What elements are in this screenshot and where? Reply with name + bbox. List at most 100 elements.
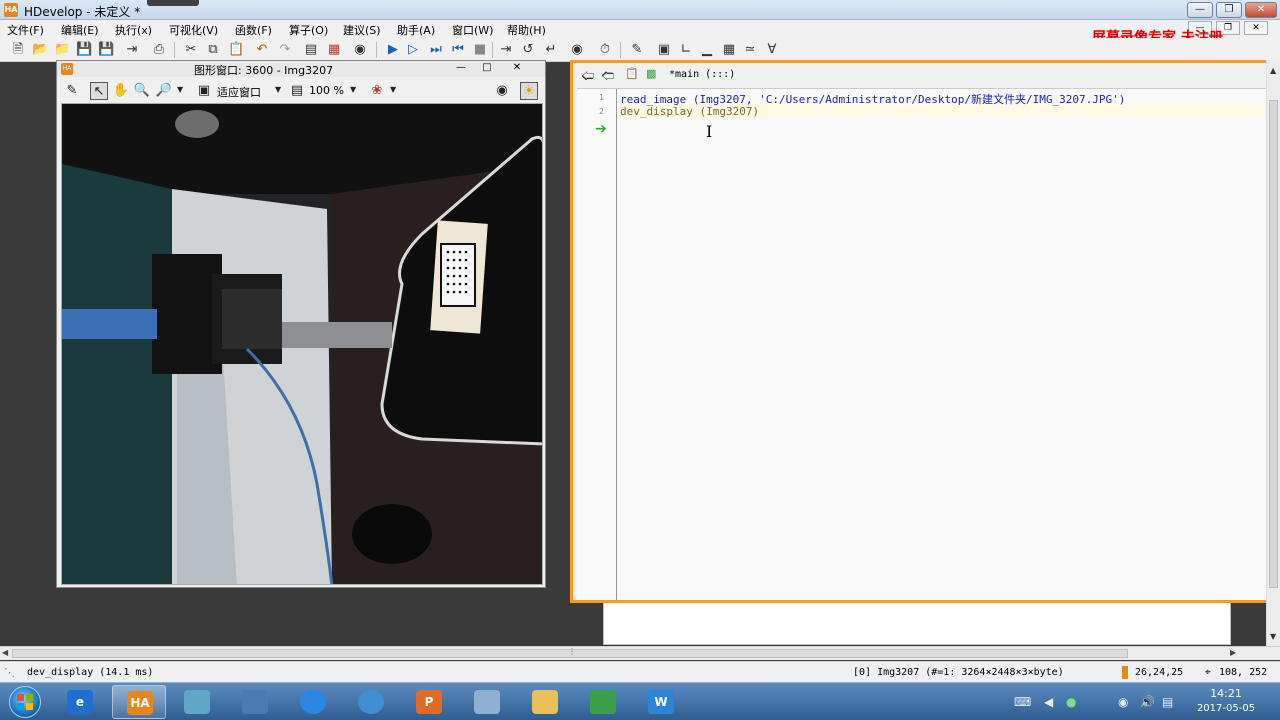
- zoom-level-icon[interactable]: ▤: [288, 82, 306, 100]
- line-gutter[interactable]: 1 2 ➔: [577, 89, 617, 600]
- taskbar-app5[interactable]: [286, 685, 340, 719]
- menu-assistants[interactable]: 助手(A): [397, 22, 435, 38]
- histogram-icon[interactable]: ▁: [699, 42, 715, 58]
- volume-icon[interactable]: 🔊: [1140, 695, 1155, 709]
- open-file-icon[interactable]: 📂: [32, 42, 48, 58]
- zoom-options-icon[interactable]: 🔎: [155, 82, 173, 100]
- procedure-selector[interactable]: *main (:::): [669, 69, 735, 80]
- fit-window-icon[interactable]: ▣: [195, 82, 213, 100]
- new-file-icon[interactable]: 🗎: [10, 42, 26, 58]
- menu-suggestions[interactable]: 建议(S): [343, 22, 381, 38]
- lightbulb-icon[interactable]: ☀: [520, 82, 538, 100]
- taskbar-app3[interactable]: [170, 685, 224, 719]
- taskbar-word[interactable]: W: [634, 685, 688, 719]
- menu-help[interactable]: 帮助(H): [507, 22, 546, 38]
- step-into-icon[interactable]: ⏭: [428, 42, 444, 58]
- back-arrow-icon[interactable]: 🢠: [581, 67, 594, 89]
- scroll-thumb[interactable]: [1269, 100, 1278, 588]
- print-icon[interactable]: ⎙: [151, 42, 167, 58]
- taskbar-paint[interactable]: [460, 685, 514, 719]
- scroll-down-icon[interactable]: ▼: [1270, 632, 1276, 641]
- tray-app2-icon[interactable]: ◉: [1118, 695, 1128, 709]
- menu-functions[interactable]: 函数(F): [235, 22, 272, 38]
- scroll-up-icon[interactable]: ▲: [1270, 66, 1276, 75]
- image-canvas[interactable]: [61, 103, 543, 585]
- menu-operators[interactable]: 算子(O): [289, 22, 328, 38]
- top-drop-tab[interactable]: [147, 0, 199, 6]
- color-tool-icon[interactable]: ❀: [368, 82, 386, 100]
- zoom-icon[interactable]: 🔍: [133, 82, 151, 100]
- start-button[interactable]: [4, 684, 44, 720]
- reset-icon[interactable]: ↺: [520, 42, 536, 58]
- profiler-icon[interactable]: ⏱: [597, 42, 613, 58]
- insert-icon[interactable]: ▤: [303, 42, 319, 58]
- taskbar-halcon[interactable]: HA: [112, 685, 166, 719]
- fit-window-select[interactable]: 适应窗口: [217, 84, 261, 100]
- line-profile-icon[interactable]: ≃: [742, 42, 758, 58]
- feature-icon[interactable]: ∀: [764, 42, 780, 58]
- taskbar-powerpoint[interactable]: P: [402, 685, 456, 719]
- menu-execute[interactable]: 执行(x): [115, 22, 152, 38]
- horizontal-scrollbar[interactable]: ◀ ⋮ ▶: [0, 646, 1280, 660]
- edit-icon[interactable]: ✎: [63, 82, 81, 100]
- open-folder-icon[interactable]: 📁: [54, 42, 70, 58]
- code-line[interactable]: dev_display (Img3207): [620, 105, 759, 118]
- vertical-scrollbar[interactable]: ▲ ▼: [1266, 60, 1280, 648]
- mdi-close-button[interactable]: ✕: [1244, 21, 1268, 35]
- save-icon[interactable]: 💾: [76, 42, 92, 58]
- tray-app-icon[interactable]: ●: [1066, 695, 1076, 709]
- chevron-down-icon[interactable]: ▼: [177, 85, 183, 94]
- graphics-minimize-button[interactable]: —: [453, 62, 469, 74]
- graphics-window-titlebar[interactable]: HA 图形窗口: 3600 - Img3207 — □ ✕: [57, 61, 545, 77]
- taskbar-app4[interactable]: [228, 685, 282, 719]
- table-icon[interactable]: ▦: [721, 42, 737, 58]
- keyboard-icon[interactable]: ⌨: [1014, 695, 1031, 709]
- taskbar-app6[interactable]: [344, 685, 398, 719]
- procedure-icon[interactable]: ▩: [646, 67, 656, 80]
- binoculars-icon[interactable]: ◉: [352, 42, 368, 58]
- delete-icon[interactable]: ▦: [326, 42, 342, 58]
- menu-edit[interactable]: 编辑(E): [61, 22, 99, 38]
- taskbar-app10[interactable]: [576, 685, 630, 719]
- graphics-maximize-button[interactable]: □: [479, 62, 495, 74]
- step-out-icon[interactable]: ⏮: [450, 42, 466, 58]
- close-button[interactable]: ✕: [1245, 2, 1277, 18]
- menu-window[interactable]: 窗口(W): [452, 22, 493, 38]
- paste-icon[interactable]: 📋: [228, 42, 244, 58]
- inspect-icon[interactable]: ✎: [629, 42, 645, 58]
- cut-icon[interactable]: ✂: [183, 42, 199, 58]
- pointer-icon[interactable]: ↖: [90, 82, 108, 100]
- undo-icon[interactable]: ↶: [254, 42, 270, 58]
- variable-window-icon[interactable]: ▣: [656, 42, 672, 58]
- run-to-icon[interactable]: ⇥: [498, 42, 514, 58]
- clock-time[interactable]: 14:21: [1196, 687, 1256, 700]
- copy-icon[interactable]: ⧉: [205, 42, 221, 58]
- save-all-icon[interactable]: 💾: [98, 42, 114, 58]
- chevron-down-icon[interactable]: ▼: [350, 85, 356, 94]
- scroll-left-icon[interactable]: ◀: [2, 648, 8, 657]
- chevron-down-icon[interactable]: ▼: [275, 85, 281, 94]
- step-over-icon[interactable]: ▷: [405, 42, 421, 58]
- minimize-button[interactable]: —: [1187, 2, 1213, 18]
- menu-file[interactable]: 文件(F): [7, 22, 44, 38]
- stop-icon[interactable]: ■: [472, 42, 488, 58]
- taskbar-ie[interactable]: e: [53, 685, 107, 719]
- redo-icon[interactable]: ↷: [277, 42, 293, 58]
- code-area[interactable]: 1 2 ➔ read_image (Img3207, 'C:/Users/Adm…: [577, 88, 1269, 600]
- pan-icon[interactable]: ✋: [112, 82, 130, 100]
- expand-tray-icon[interactable]: ◀: [1044, 695, 1053, 709]
- scroll-right-icon[interactable]: ▶: [1230, 648, 1236, 657]
- breakpoint-icon[interactable]: ◉: [569, 42, 585, 58]
- restore-button[interactable]: ❐: [1216, 2, 1242, 18]
- run-icon[interactable]: ▶: [385, 42, 401, 58]
- jump-icon[interactable]: ↵: [543, 42, 559, 58]
- export-icon[interactable]: ⇥: [124, 42, 140, 58]
- chevron-down-icon[interactable]: ▼: [390, 85, 396, 94]
- clipboard-icon[interactable]: 📋: [625, 67, 639, 80]
- graphics-close-button[interactable]: ✕: [509, 62, 525, 74]
- taskbar-explorer[interactable]: [518, 685, 572, 719]
- network-icon[interactable]: ▤: [1162, 695, 1173, 709]
- menu-visualize[interactable]: 可视化(V): [169, 22, 218, 38]
- inspect-pixel-icon[interactable]: ◉: [493, 82, 511, 100]
- forward-arrow-icon[interactable]: 🢢: [601, 67, 614, 89]
